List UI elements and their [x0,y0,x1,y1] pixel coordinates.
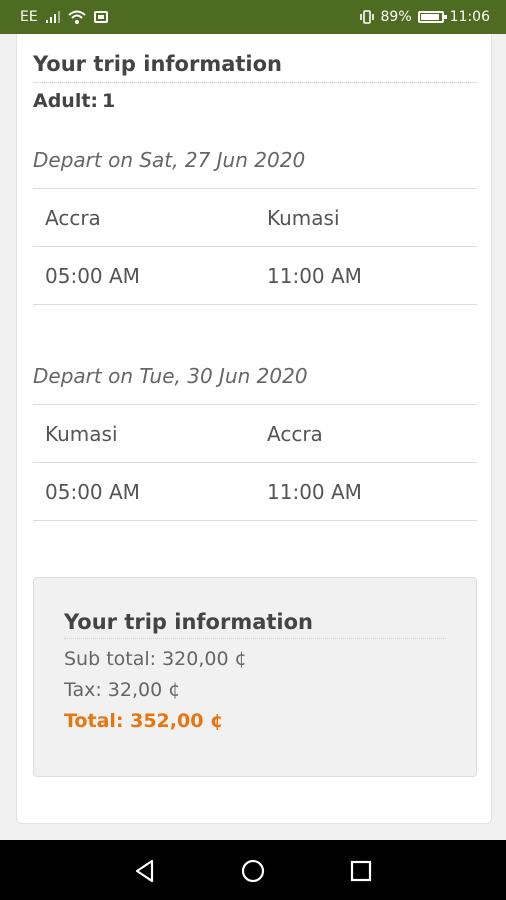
sim-icon [93,11,108,23]
trip-title: Your trip information [33,52,477,83]
leg-depart-date: Depart on Tue, 30 Jun 2020 [33,364,308,388]
leg-depart-time: 05:00 AM [33,462,255,521]
leg-arrive-time: 11:00 AM [255,462,477,521]
total: Total: 352,00 ¢ [64,710,224,732]
leg-depart-date: Depart on Sat, 27 Jun 2020 [33,148,306,172]
leg-to: Accra [255,404,477,463]
clock: 11:06 [449,9,490,25]
home-icon[interactable] [240,858,266,884]
price-summary: Your trip information Sub total: 320,00 … [33,577,477,777]
leg-arrive-time: 11:00 AM [255,246,477,305]
navigation-bar [0,840,506,900]
adult-label: Adult: [33,90,99,112]
leg-from: Accra [33,188,255,247]
leg-table: Accra Kumasi 05:00 AM 11:00 AM [33,188,477,305]
recents-icon[interactable] [348,858,374,884]
page-content: Your trip information Adult: 1 Depart on … [0,34,506,840]
signal-icon [45,11,60,23]
sub-total: Sub total: 320,00 ¢ [64,648,247,670]
wifi-icon [68,10,86,24]
battery-percent: 89% [380,9,412,25]
table-row: 05:00 AM 11:00 AM [33,462,477,521]
leg-to: Kumasi [255,188,477,247]
summary-title: Your trip information [64,610,446,639]
battery-icon [417,11,447,23]
status-bar: EE 89% 11:06 [0,0,506,34]
back-icon[interactable] [132,858,158,884]
leg-depart-time: 05:00 AM [33,246,255,305]
tax: Tax: 32,00 ¢ [64,679,181,701]
trip-card: Your trip information Adult: 1 Depart on … [16,34,492,824]
adult-number: 1 [102,90,116,112]
table-row: 05:00 AM 11:00 AM [33,246,477,305]
adult-count: Adult: 1 [33,90,115,112]
carrier-label: EE [20,9,38,25]
table-row: Accra Kumasi [33,188,477,247]
table-row: Kumasi Accra [33,404,477,463]
leg-return: Depart on Tue, 30 Jun 2020 Kumasi Accra … [33,364,477,521]
leg-from: Kumasi [33,404,255,463]
vibrate-icon [359,10,375,24]
leg-outbound: Depart on Sat, 27 Jun 2020 Accra Kumasi … [33,148,477,305]
leg-table: Kumasi Accra 05:00 AM 11:00 AM [33,404,477,521]
